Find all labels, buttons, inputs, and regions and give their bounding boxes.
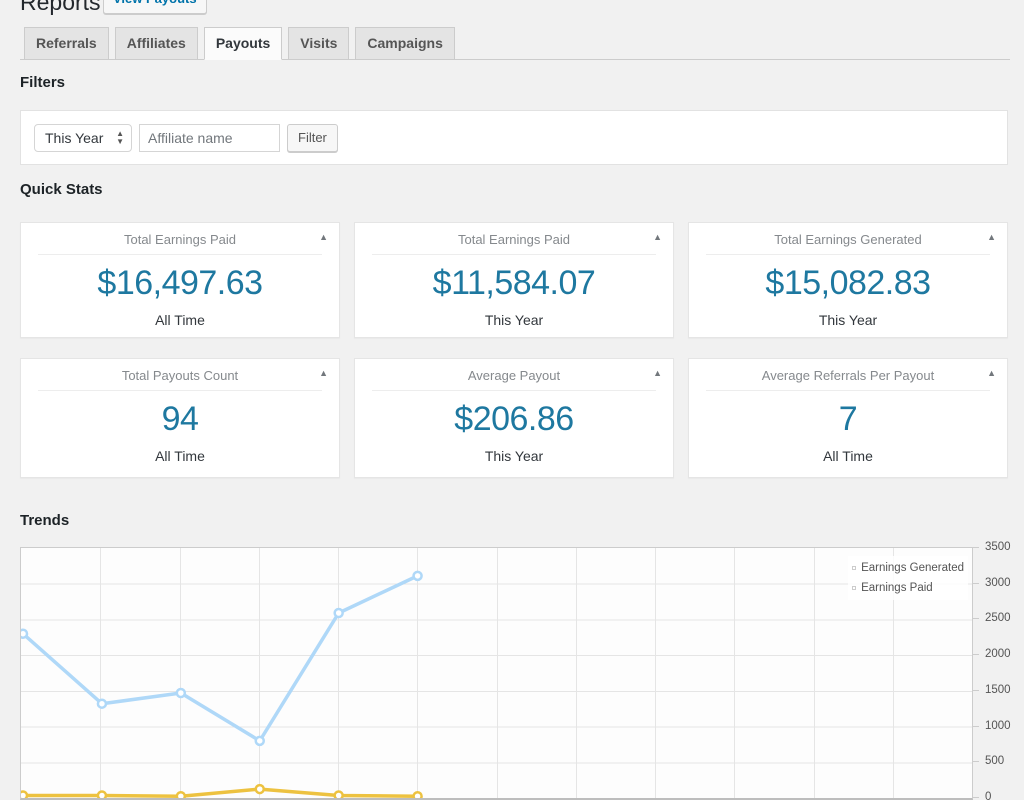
collapse-triangle-icon[interactable]: ▲ [653, 369, 662, 378]
stat-card-period: This Year [355, 303, 673, 328]
collapse-triangle-icon[interactable]: ▲ [987, 369, 996, 378]
y-axis-tick-mark [973, 547, 979, 548]
stat-card-value: $206.86 [355, 391, 673, 439]
y-axis-tick: 1000 [985, 720, 1011, 732]
stat-card-value: $15,082.83 [689, 255, 1007, 303]
legend-swatch-blue-icon [852, 586, 856, 590]
y-axis-tick: 2500 [985, 612, 1011, 624]
stat-card-period: This Year [355, 439, 673, 464]
view-payouts-button[interactable]: View Payouts [103, 0, 207, 14]
stat-card-total-payouts-count: Total Payouts Count ▲ 94 All Time [20, 358, 340, 478]
y-axis-tick-mark [973, 583, 979, 584]
y-axis-tick: 3000 [985, 577, 1011, 589]
y-axis-tick-mark [973, 690, 979, 691]
filters-panel: This Year ▲▼ Filter [20, 110, 1008, 165]
stat-card-title: Average Referrals Per Payout [689, 359, 1007, 390]
stat-card-period: All Time [21, 439, 339, 464]
stat-card-value: $11,584.07 [355, 255, 673, 303]
stat-card-title: Average Payout [355, 359, 673, 390]
legend-row-earnings-paid: Earnings Paid [852, 578, 964, 598]
y-axis-tick-mark [973, 654, 979, 655]
chart-y-axis-labels: 3500300025002000150010005000 [985, 547, 1019, 800]
select-updown-icon: ▲▼ [116, 130, 124, 146]
chart-legend: Earnings Generated Earnings Paid [848, 556, 968, 600]
page-title: Reports [20, 0, 101, 18]
collapse-triangle-icon[interactable]: ▲ [319, 233, 328, 242]
y-axis-tick-mark [973, 618, 979, 619]
y-axis-tick-mark [973, 726, 979, 727]
y-axis-tick: 2000 [985, 648, 1011, 660]
quick-stats-heading: Quick Stats [20, 181, 103, 198]
stat-card-title: Total Payouts Count [21, 359, 339, 390]
affiliate-name-input[interactable] [139, 124, 280, 152]
date-range-select[interactable]: This Year ▲▼ [34, 124, 132, 152]
date-range-value: This Year [45, 130, 103, 146]
tab-referrals[interactable]: Referrals [24, 27, 109, 60]
collapse-triangle-icon[interactable]: ▲ [987, 233, 996, 242]
legend-label: Earnings Paid [861, 582, 933, 594]
stat-card-average-payout: Average Payout ▲ $206.86 This Year [354, 358, 674, 478]
y-axis-tick: 1500 [985, 684, 1011, 696]
stat-card-period: This Year [689, 303, 1007, 328]
quick-stats-grid: Total Earnings Paid ▲ $16,497.63 All Tim… [20, 222, 1008, 478]
stat-card-total-earnings-generated: Total Earnings Generated ▲ $15,082.83 Th… [688, 222, 1008, 338]
collapse-triangle-icon[interactable]: ▲ [319, 369, 328, 378]
filters-heading: Filters [20, 74, 65, 91]
y-axis-tick: 0 [985, 791, 991, 800]
tab-affiliates[interactable]: Affiliates [115, 27, 198, 60]
y-axis-tick-mark [973, 761, 979, 762]
y-axis-tick-mark [973, 797, 979, 798]
legend-swatch-yellow-icon [852, 566, 856, 570]
stat-card-period: All Time [689, 439, 1007, 464]
stat-card-value: 7 [689, 391, 1007, 439]
collapse-triangle-icon[interactable]: ▲ [653, 233, 662, 242]
trends-chart: Earnings Generated Earnings Paid [20, 547, 973, 800]
stat-card-average-referrals-per-payout: Average Referrals Per Payout ▲ 7 All Tim… [688, 358, 1008, 478]
stat-card-value: $16,497.63 [21, 255, 339, 303]
legend-row-earnings-generated: Earnings Generated [852, 558, 964, 578]
stat-card-value: 94 [21, 391, 339, 439]
stat-card-title: Total Earnings Generated [689, 223, 1007, 254]
tab-visits[interactable]: Visits [288, 27, 349, 60]
tab-payouts[interactable]: Payouts [204, 27, 282, 60]
stat-card-total-earnings-paid-alltime: Total Earnings Paid ▲ $16,497.63 All Tim… [20, 222, 340, 338]
stat-card-title: Total Earnings Paid [355, 223, 673, 254]
reports-page: Reports View Payouts Referrals Affiliate… [0, 0, 1024, 800]
filter-button[interactable]: Filter [287, 124, 338, 152]
report-tabs: Referrals Affiliates Payouts Visits Camp… [20, 27, 1010, 60]
tab-campaigns[interactable]: Campaigns [355, 27, 454, 60]
y-axis-tick: 500 [985, 755, 1004, 767]
stat-card-total-earnings-paid-year: Total Earnings Paid ▲ $11,584.07 This Ye… [354, 222, 674, 338]
stat-card-period: All Time [21, 303, 339, 328]
y-axis-tick: 3500 [985, 541, 1011, 553]
legend-label: Earnings Generated [861, 562, 964, 574]
trends-chart-canvas [21, 548, 972, 798]
trends-heading: Trends [20, 512, 69, 529]
stat-card-title: Total Earnings Paid [21, 223, 339, 254]
